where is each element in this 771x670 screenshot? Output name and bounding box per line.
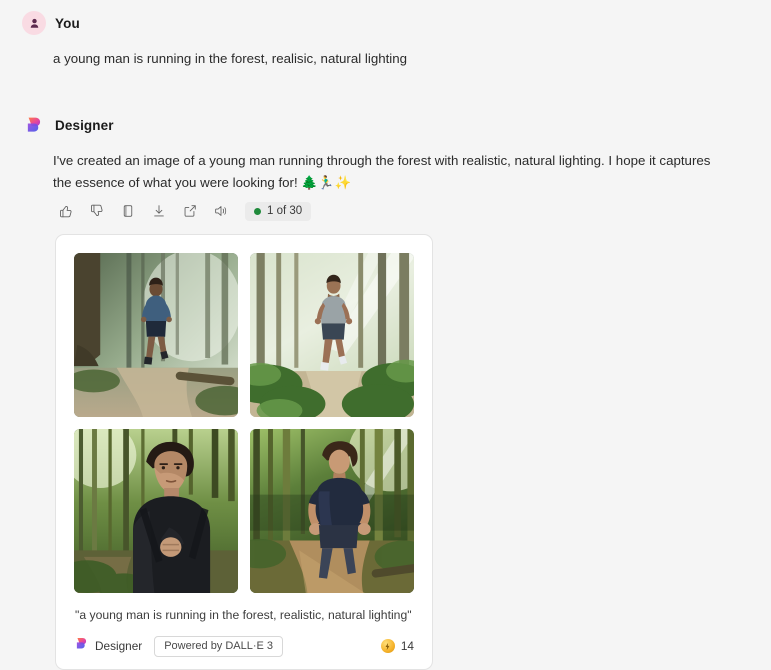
- credits-indicator[interactable]: 14: [380, 639, 414, 653]
- download-icon[interactable]: [146, 198, 172, 224]
- image-card-brand: Designer: [74, 636, 142, 656]
- status-dot-icon: [254, 207, 261, 215]
- user-message: You a young man is running in the forest…: [0, 10, 771, 70]
- image-grid: [74, 253, 414, 593]
- person-avatar-icon: [22, 11, 46, 35]
- speaker-icon[interactable]: [208, 198, 234, 224]
- generated-image-2[interactable]: [250, 253, 414, 417]
- generated-image-card: "a young man is running in the forest, r…: [55, 234, 433, 670]
- image-card-caption: "a young man is running in the forest, r…: [75, 608, 412, 622]
- designer-logo-icon: [74, 636, 89, 656]
- designer-message: Designer I've created an image of a youn…: [0, 112, 771, 194]
- image-counter-label: 1 of 30: [267, 205, 303, 217]
- user-message-text: a young man is running in the forest, re…: [53, 51, 408, 66]
- powered-by-badge: Powered by DALL·E 3: [154, 635, 284, 657]
- image-counter-badge: 1 of 30: [245, 201, 312, 221]
- designer-message-header: Designer: [0, 112, 771, 138]
- share-icon[interactable]: [177, 198, 203, 224]
- designer-logo-icon: [22, 113, 46, 137]
- designer-message-text: I've created an image of a young man run…: [53, 153, 711, 190]
- user-sender-name: You: [55, 15, 80, 31]
- chat-conversation: You a young man is running in the forest…: [0, 0, 771, 670]
- user-message-header: You: [0, 10, 771, 36]
- copy-icon[interactable]: [115, 198, 141, 224]
- generated-image-4[interactable]: [250, 429, 414, 593]
- credits-count: 14: [400, 639, 414, 653]
- message-actions-toolbar: 1 of 30: [53, 198, 312, 224]
- image-card-brand-name: Designer: [95, 639, 143, 653]
- generated-image-3[interactable]: [74, 429, 238, 593]
- generated-image-1[interactable]: [74, 253, 238, 417]
- image-card-footer: Designer Powered by DALL·E 3 14: [74, 635, 414, 657]
- designer-sender-name: Designer: [55, 117, 114, 133]
- coin-icon: [380, 639, 395, 653]
- thumbs-up-icon[interactable]: [53, 198, 79, 224]
- thumbs-down-icon[interactable]: [84, 198, 110, 224]
